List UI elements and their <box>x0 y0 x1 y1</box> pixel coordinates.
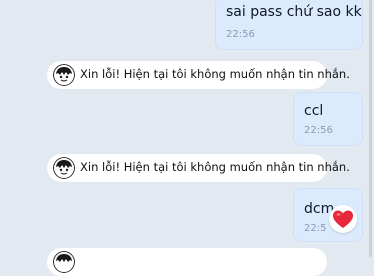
avatar[interactable] <box>53 64 75 86</box>
message-time: 22:56 <box>226 29 255 40</box>
message-time: 22:56 <box>304 125 333 136</box>
scrollbar[interactable] <box>369 0 372 257</box>
notice-text: Xin lỗi! Hiện tại tôi không muốn nhận ti… <box>80 67 350 81</box>
avatar-icon <box>53 157 75 179</box>
auto-reply-notice: Xin lỗi! Hiện tại tôi không muốn nhận ti… <box>47 61 350 89</box>
message-text: ccl <box>304 103 324 119</box>
avatar-icon <box>53 64 75 86</box>
message-time: 22:5 <box>304 223 327 234</box>
auto-reply-notice: Xin lỗi! Hiện tại tôi không muốn nhận ti… <box>47 154 350 182</box>
message-text: sai pass chứ sao kk <box>226 4 362 20</box>
outgoing-message[interactable]: ccl 22:56 <box>293 92 363 146</box>
outgoing-message[interactable]: sai pass chứ sao kk 22:56 <box>215 0 363 50</box>
auto-reply-notice <box>47 248 327 276</box>
avatar[interactable] <box>53 251 75 273</box>
heart-icon <box>333 210 353 228</box>
scrollbar-thumb[interactable] <box>369 0 372 257</box>
avatar-icon <box>53 251 75 273</box>
heart-reaction[interactable] <box>329 205 357 233</box>
notice-text: Xin lỗi! Hiện tại tôi không muốn nhận ti… <box>80 160 350 174</box>
chat-area[interactable]: sai pass chứ sao kk 22:56 Xin lỗi! Hiện … <box>0 0 374 276</box>
avatar[interactable] <box>53 157 75 179</box>
